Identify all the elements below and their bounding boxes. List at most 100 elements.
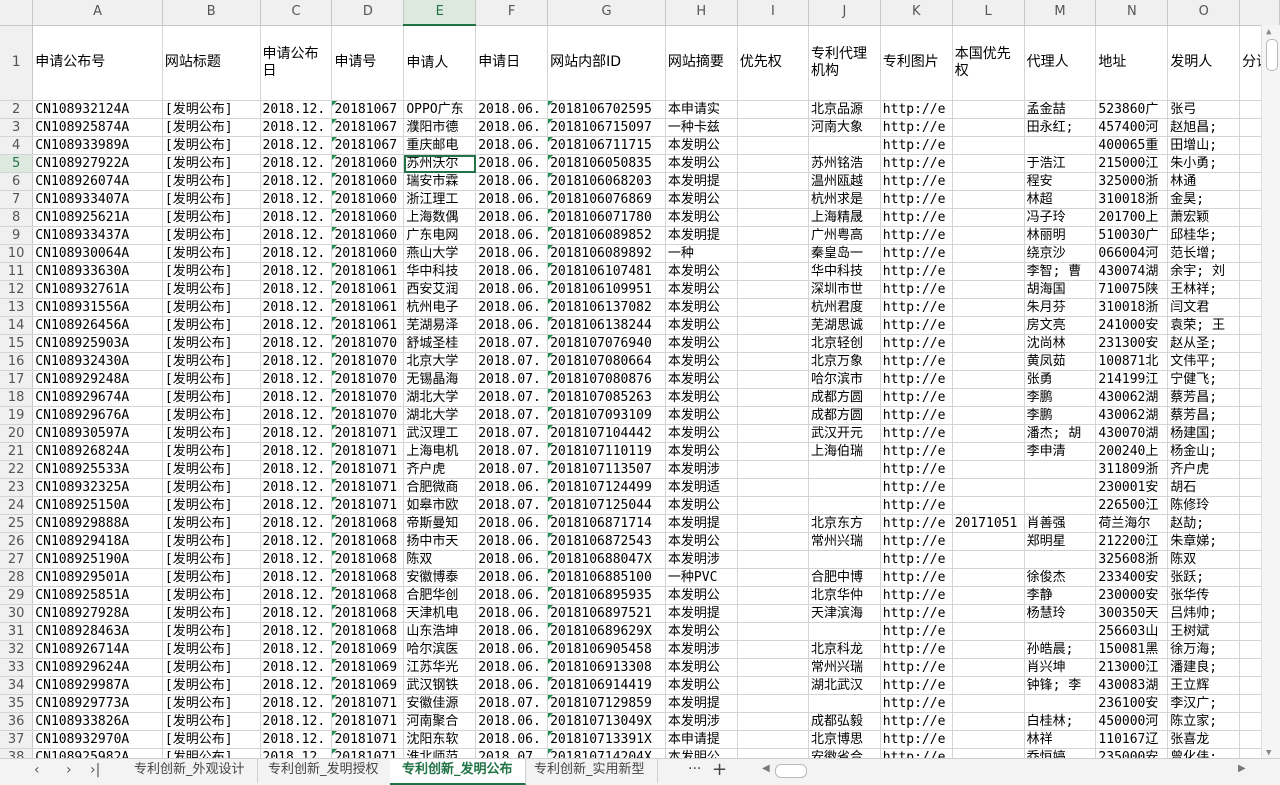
cell[interactable]: 2018107113507 [547,460,666,479]
cell[interactable] [952,496,1025,515]
cell[interactable]: 20181071 [331,496,405,515]
cell[interactable] [737,226,810,245]
cell[interactable]: 杭州电子 [403,298,477,317]
cell[interactable]: [发明公布] [162,406,261,425]
cell[interactable]: 本发明适 [665,478,738,497]
cell[interactable]: 王立辉 [1167,676,1241,695]
cell[interactable]: 萧宏颖 [1167,208,1241,227]
cell[interactable]: 杨金山; [1167,442,1241,461]
cell[interactable]: CN108929674A [32,388,163,407]
cell[interactable]: 430070湖 [1095,424,1169,443]
row-header[interactable]: 2 [0,100,34,119]
cell[interactable]: 310018浙 [1095,190,1169,209]
cell[interactable]: 2018106871714 [547,514,666,533]
cell[interactable]: http://e [880,208,953,227]
cell[interactable]: [发明公布] [162,694,261,713]
cell[interactable] [808,694,881,713]
cell[interactable] [952,406,1025,425]
cell[interactable] [952,370,1025,389]
cell[interactable]: 王林祥; [1167,280,1241,299]
cell[interactable]: 本发明公 [665,442,738,461]
cell[interactable]: 2018106715097 [547,118,666,137]
cell[interactable]: 2018.12. [260,136,333,155]
cell[interactable] [952,100,1025,119]
cell[interactable]: 430062湖 [1095,406,1169,425]
cell[interactable]: [发明公布] [162,640,261,659]
cell[interactable]: 绕京沙 [1024,244,1097,263]
cell[interactable]: CN108929624A [32,658,163,677]
cell[interactable]: 2018.12. [260,244,333,263]
cell[interactable]: 张弓 [1167,100,1241,119]
cell[interactable]: 黄凤茹 [1024,352,1097,371]
cell[interactable]: 2018.12. [260,658,333,677]
cell[interactable]: 2018.07. [475,424,549,443]
cell[interactable]: http://e [880,694,953,713]
cell[interactable]: 2018107104442 [547,424,666,443]
cell[interactable]: 20181069 [331,658,405,677]
cell[interactable]: 常州兴瑞 [808,532,881,551]
cell[interactable]: 袁荣; 王 [1167,316,1241,335]
cell[interactable]: 2018106137082 [547,298,666,317]
cell[interactable]: 文伟平; [1167,352,1241,371]
cell[interactable] [737,262,810,281]
cell[interactable]: 20181071 [331,712,405,731]
cell[interactable]: 20181060 [331,190,405,209]
cell[interactable]: 上海精晟 [808,208,881,227]
cell[interactable]: 2018.12. [260,730,333,749]
cell[interactable]: 赵旭昌; [1167,118,1241,137]
row-header[interactable]: 17 [0,370,34,389]
cell[interactable]: 2018106076869 [547,190,666,209]
cell[interactable]: CN108926824A [32,442,163,461]
cell[interactable] [737,478,810,497]
vertical-scroll-thumb[interactable] [1266,39,1278,71]
cell[interactable]: 帝斯曼知 [403,514,477,533]
cell[interactable]: CN108933989A [32,136,163,155]
cell[interactable]: 2018.12. [260,262,333,281]
cell[interactable]: [发明公布] [162,460,261,479]
cell[interactable]: 本发明涉 [665,460,738,479]
cell[interactable]: 212200江 [1095,532,1169,551]
cell[interactable] [808,136,881,155]
cell[interactable]: OPPO广东 [403,100,477,119]
cell[interactable]: 20181071 [331,730,405,749]
cell[interactable]: 李汉广; [1167,694,1241,713]
cell[interactable]: http://e [880,730,953,749]
cell[interactable]: 2018.07. [475,460,549,479]
cell[interactable]: [发明公布] [162,190,261,209]
cell[interactable] [952,244,1025,263]
cell[interactable]: 芜湖易泽 [403,316,477,335]
cell[interactable]: 广州粤高 [808,226,881,245]
cell[interactable]: 20181067 [331,100,405,119]
cell[interactable]: [发明公布] [162,388,261,407]
row-header[interactable]: 20 [0,424,34,443]
cell[interactable]: 2018.06. [475,190,549,209]
cell[interactable] [952,172,1025,191]
cell[interactable]: CN108932325A [32,478,163,497]
cell[interactable]: 310018浙 [1095,298,1169,317]
cell[interactable]: CN108929987A [32,676,163,695]
cell[interactable]: 201810713391X [547,730,666,749]
cell[interactable]: http://e [880,604,953,623]
cell[interactable]: [发明公布] [162,532,261,551]
cell[interactable]: http://e [880,334,953,353]
cell[interactable]: 合肥华创 [403,586,477,605]
sheet-tab[interactable]: 专利创新_外观设计 [122,759,258,783]
cell[interactable]: http://e [880,406,953,425]
cell[interactable]: 233400安 [1095,568,1169,587]
cell[interactable]: 本发明公 [665,532,738,551]
cell[interactable]: 510030广 [1095,226,1169,245]
scroll-down-icon[interactable]: ▼ [1266,748,1271,758]
cell[interactable]: 2018.12. [260,298,333,317]
header-cell[interactable]: 代理人 [1024,25,1097,101]
cell[interactable]: 2018.12. [260,568,333,587]
column-header[interactable]: H [665,0,738,26]
cell[interactable] [952,640,1025,659]
cell[interactable]: 2018.06. [475,586,549,605]
cell[interactable]: CN108925533A [32,460,163,479]
cell[interactable]: 20181060 [331,208,405,227]
cell[interactable]: 北京科龙 [808,640,881,659]
cell[interactable] [952,586,1025,605]
cell[interactable]: 201700上 [1095,208,1169,227]
cell[interactable]: CN108929773A [32,694,163,713]
prev-sheet-icon[interactable]: ‹ [34,762,40,778]
